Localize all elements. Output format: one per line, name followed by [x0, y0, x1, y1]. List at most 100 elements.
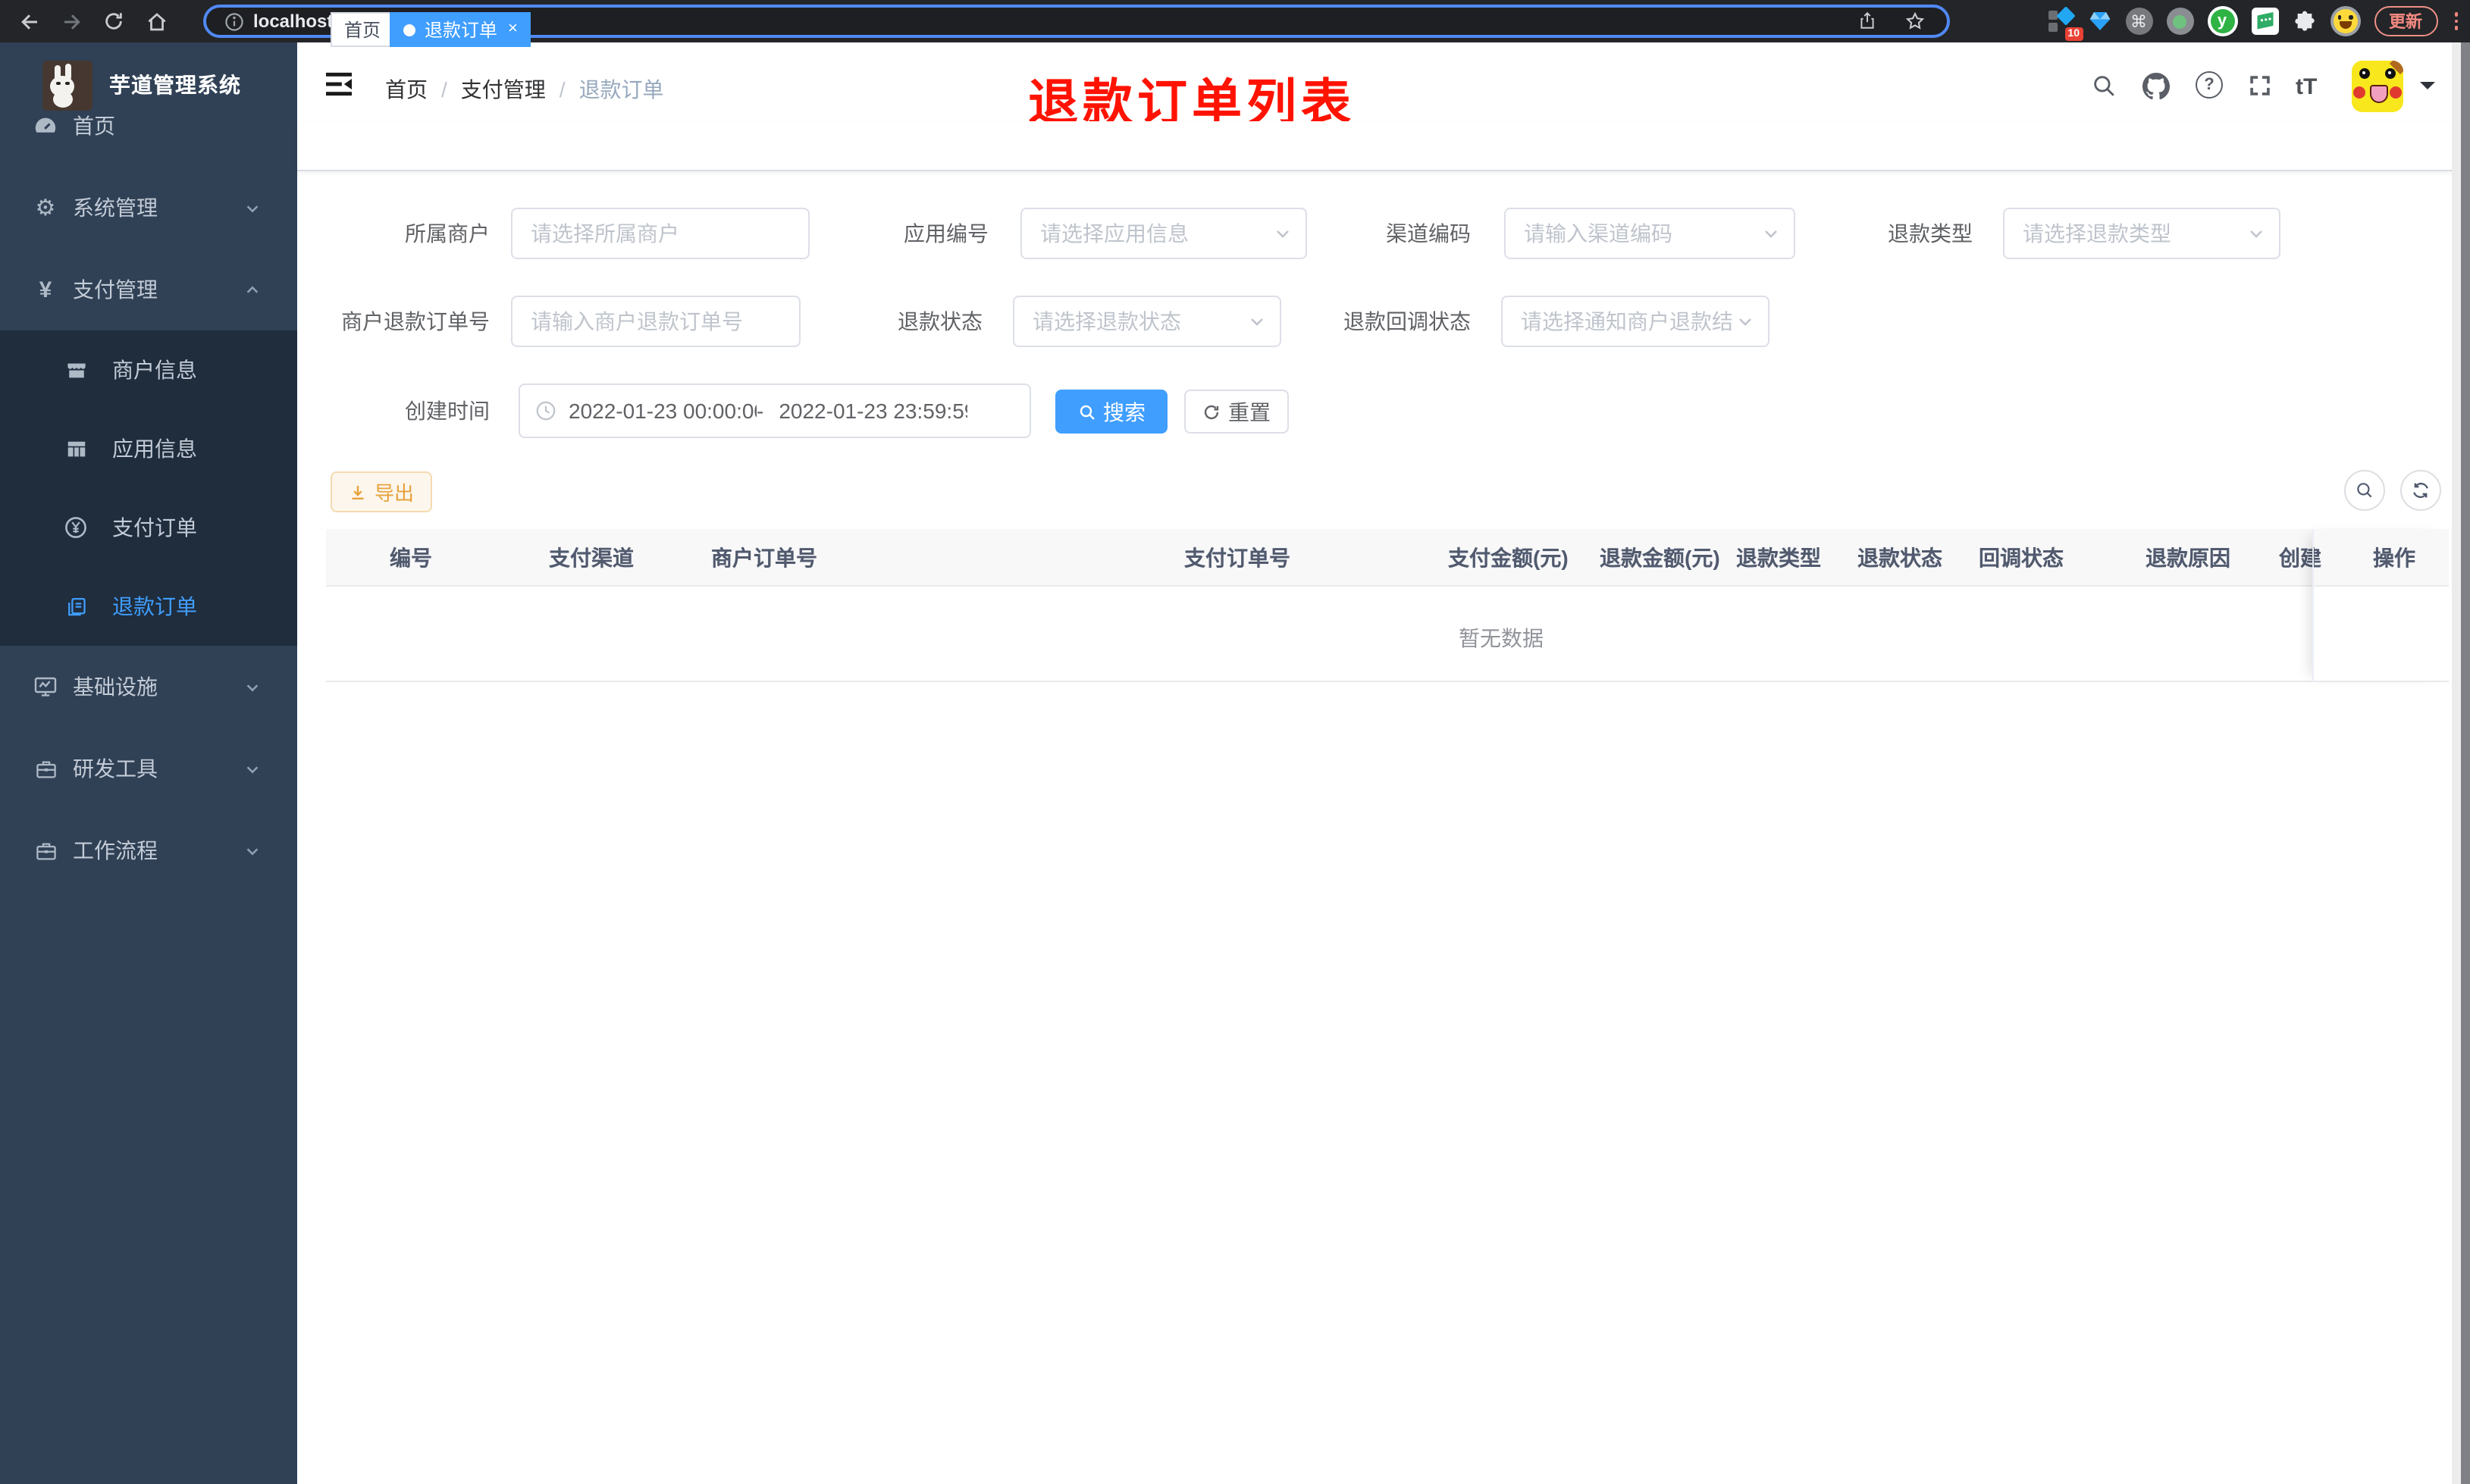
extension-flag-icon[interactable] [2251, 8, 2278, 35]
dashboard-icon [33, 114, 58, 138]
col-refund-type: 退款类型 [1736, 546, 1821, 570]
col-id: 编号 [390, 546, 432, 570]
avatar[interactable] [2352, 61, 2403, 112]
sidebar-item-label: 支付管理 [73, 277, 158, 302]
notify-status-label: 退款回调状态 [1343, 309, 1471, 333]
sidebar-item-label: 首页 [73, 114, 115, 138]
tag-home[interactable]: 首页 [331, 12, 395, 47]
app-no-label: 应用编号 [904, 221, 989, 246]
sidebar-item-label: 研发工具 [73, 756, 158, 781]
browser-update-button[interactable]: 更新 [2374, 6, 2437, 36]
sidebar: 芋道管理系统 首页 ⚙ 系统管理 ¥ 支付管理 商户信息 应用信息 支付订单 退… [0, 42, 297, 1484]
extension-green-dot-icon[interactable] [2166, 8, 2193, 35]
search-button[interactable]: 搜索 [1055, 390, 1168, 434]
col-refund-amount: 退款金额(元) [1600, 546, 1720, 570]
date-start-value[interactable]: 2022-01-23 00:00:00 [569, 399, 757, 423]
breadcrumb-pay[interactable]: 支付管理 [461, 74, 546, 105]
sidebar-collapse-icon[interactable] [324, 71, 353, 97]
download-icon [349, 483, 367, 501]
sidebar-item-pay-order[interactable]: 支付订单 [0, 488, 297, 567]
chevron-down-icon [1733, 312, 1754, 330]
extensions-puzzle-icon[interactable] [2292, 9, 2316, 33]
channel-code-select[interactable]: 请输入渠道编码 [1504, 208, 1795, 259]
breadcrumb-home[interactable]: 首页 [385, 74, 428, 105]
sidebar-item-label: 应用信息 [112, 437, 197, 461]
refund-status-select[interactable]: 请选择退款状态 [1013, 296, 1281, 347]
chevron-down-icon [244, 760, 261, 777]
monitor-icon [33, 675, 58, 699]
refund-type-label: 退款类型 [1888, 221, 1973, 246]
search-icon [2355, 481, 2374, 500]
avatar-caret-icon[interactable] [2420, 82, 2435, 97]
url-host: localhost [253, 11, 334, 32]
extension-gem-icon[interactable] [2087, 9, 2111, 33]
extension-y-icon[interactable]: y [2207, 6, 2237, 36]
reload-icon[interactable] [100, 8, 127, 35]
close-icon[interactable]: × [508, 20, 518, 38]
date-end-value[interactable]: 2022-01-23 23:59:59 [779, 399, 967, 423]
sidebar-item-label: 退款订单 [112, 594, 197, 618]
screen-edge [2461, 42, 2470, 1484]
col-callback-status: 回调状态 [1979, 546, 2064, 570]
sidebar-item-infra[interactable]: 基础设施 [0, 646, 297, 728]
notify-status-select[interactable]: 请选择通知商户退款结果 [1501, 296, 1769, 347]
chevron-down-icon [2244, 224, 2265, 243]
col-pay-channel: 支付渠道 [549, 546, 634, 570]
sidebar-item-label: 工作流程 [73, 838, 158, 863]
sidebar-item-label: 商户信息 [112, 358, 197, 382]
search-icon [1077, 402, 1096, 421]
active-dot [403, 23, 415, 36]
create-time-label: 创建时间 [405, 399, 490, 423]
documents-icon [64, 594, 88, 618]
home-icon[interactable] [143, 8, 170, 35]
refund-type-select[interactable]: 请选择退款类型 [2003, 208, 2280, 259]
channel-code-label: 渠道编码 [1386, 221, 1471, 246]
help-icon[interactable]: ? [2196, 71, 2223, 99]
breadcrumb-current: 退款订单 [578, 77, 664, 102]
export-button[interactable]: 导出 [331, 471, 433, 512]
extensions-area: 10 ⌘ y 更新 [2046, 0, 2458, 42]
merchant-refund-no-label: 商户退款订单号 [341, 309, 490, 333]
col-pay-amount: 支付金额(元) [1448, 546, 1569, 570]
refresh-table-button[interactable] [2400, 470, 2441, 511]
reset-button[interactable]: 重置 [1184, 390, 1289, 434]
chevron-down-icon [244, 678, 261, 695]
share-icon[interactable] [1857, 11, 1877, 32]
font-size-icon[interactable]: tT [2296, 74, 2317, 100]
gear-icon: ⚙ [35, 196, 56, 221]
merchant-refund-no-input[interactable] [511, 296, 801, 347]
refresh-icon [2411, 481, 2431, 500]
chevron-down-icon [244, 842, 261, 859]
site-info-icon[interactable] [224, 11, 244, 31]
bookmark-star-icon[interactable] [1904, 11, 1926, 32]
screen-edge [2452, 42, 2461, 1484]
sidebar-item-home[interactable]: 首页 [0, 85, 297, 167]
sidebar-item-app-info[interactable]: 应用信息 [0, 409, 297, 488]
browser-menu-icon[interactable] [2454, 12, 2458, 30]
sidebar-item-dev-tools[interactable]: 研发工具 [0, 728, 297, 809]
sidebar-item-system[interactable]: ⚙ 系统管理 [0, 167, 297, 249]
back-icon[interactable] [15, 8, 42, 35]
breadcrumb: 首页 / 支付管理 / 退款订单 [385, 74, 664, 105]
sidebar-item-refund-order[interactable]: 退款订单 [0, 567, 297, 646]
shop-icon [64, 358, 88, 382]
github-icon[interactable] [2142, 73, 2170, 100]
toggle-search-button[interactable] [2344, 470, 2385, 511]
profile-emoji-icon[interactable] [2330, 6, 2360, 36]
sidebar-item-workflow[interactable]: 工作流程 [0, 809, 297, 891]
clock-icon [535, 400, 556, 421]
fullscreen-icon[interactable] [2247, 73, 2273, 99]
empty-state-text: 暂无数据 [1459, 626, 1544, 650]
extension-tabs-icon[interactable]: 10 [2046, 6, 2083, 41]
search-icon[interactable] [2091, 73, 2117, 99]
sidebar-item-label: 系统管理 [73, 196, 158, 220]
date-range-picker[interactable]: 2022-01-23 00:00:00 - 2022-01-23 23:59:5… [519, 384, 1031, 438]
grid-icon [64, 437, 88, 461]
app-window: localhost:1024/pay/refund 10 ⌘ y [0, 0, 2470, 1484]
yen-icon: ¥ [39, 277, 52, 302]
tag-refund-order[interactable]: 退款订单 × [390, 12, 531, 47]
briefcase-icon [33, 756, 58, 781]
forward-icon[interactable] [58, 8, 85, 35]
extension-command-icon[interactable]: ⌘ [2125, 8, 2152, 35]
col-merchant-order-no: 商户订单号 [711, 546, 817, 570]
